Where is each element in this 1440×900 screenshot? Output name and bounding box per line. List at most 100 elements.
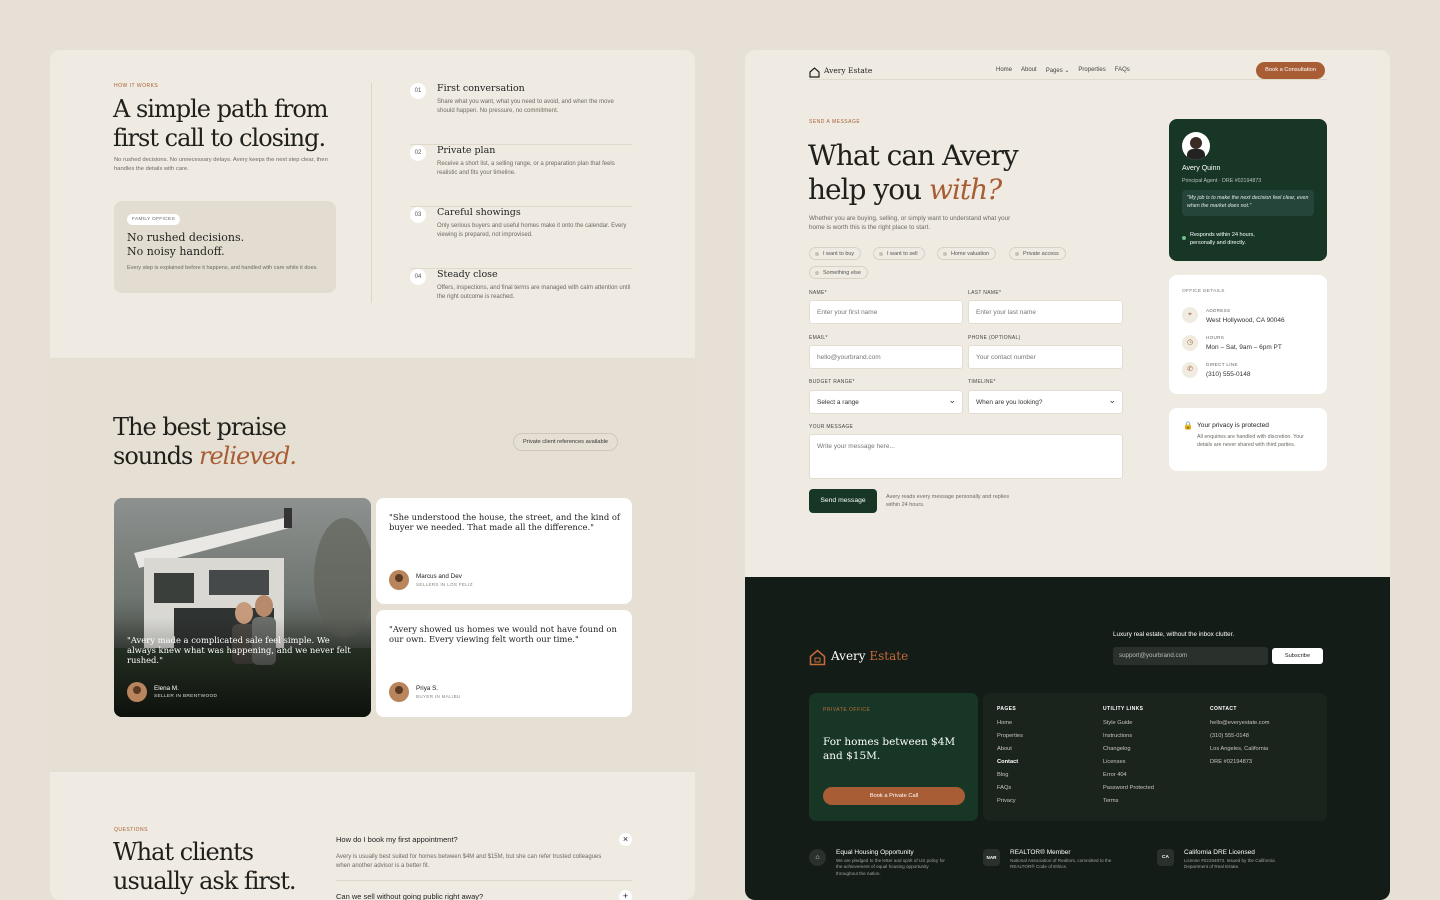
testimonial-name: Priya S. <box>416 685 439 692</box>
last-name-field[interactable]: Enter your last name <box>968 300 1123 324</box>
faq-item-open[interactable]: How do I book my first appointment? × Av… <box>336 833 632 881</box>
footer-link[interactable]: Terms <box>1103 795 1154 808</box>
footer-link[interactable]: Changelog <box>1103 743 1154 756</box>
testimonial-role: SELLERS IN LOS FELIZ <box>416 582 473 587</box>
agent-name: Avery Quinn <box>1182 165 1221 172</box>
private-office-title: For homes between $4M and $15M. <box>823 736 956 762</box>
subscribe-button[interactable]: Subscribe <box>1272 648 1323 664</box>
faq-question: Can we sell without going public right a… <box>336 892 484 900</box>
step-item: 02 Private plan Receive a short list, a … <box>410 145 632 207</box>
plus-icon[interactable]: + <box>619 890 632 900</box>
nav-faqs[interactable]: FAQs <box>1115 67 1130 74</box>
phone-icon: ✆ <box>1182 362 1198 378</box>
intent-chip[interactable]: Home valuation <box>937 247 997 260</box>
email-field[interactable]: hello@yourbrand.com <box>809 345 963 369</box>
footer-link[interactable]: Instructions <box>1103 730 1154 743</box>
how-card-desc: Every step is explained before it happen… <box>127 265 318 271</box>
footer-contact: CONTACT hello@everyestate.com (310) 555-… <box>1210 706 1270 769</box>
step-title: First conversation <box>437 83 525 94</box>
footer-contact-item[interactable]: hello@everyestate.com <box>1210 717 1270 730</box>
step-item: 04 Steady close Offers, inspections, and… <box>410 269 632 331</box>
intent-chip[interactable]: Something else <box>809 266 868 279</box>
hours-label: HOURS <box>1206 335 1225 340</box>
footer-link[interactable]: Home <box>997 717 1023 730</box>
send-message-button[interactable]: Send message <box>809 489 877 513</box>
step-desc: Receive a short list, a selling range, o… <box>437 161 615 176</box>
faq-answer: Avery is usually best suited for homes b… <box>336 854 602 869</box>
footer-link[interactable]: Licenses <box>1103 756 1154 769</box>
how-card: FAMILY OFFICES No rushed decisions. No n… <box>114 201 336 293</box>
testimonial-name: Marcus and Dev <box>416 573 462 580</box>
footer-link[interactable]: Privacy <box>997 795 1023 808</box>
step-number: 02 <box>410 145 426 161</box>
ca-icon: CA <box>1157 849 1174 866</box>
footer-utility: UTILITY LINKS Style Guide Instructions C… <box>1103 706 1154 808</box>
email-label: EMAIL* <box>809 335 828 341</box>
how-card-title: No rushed decisions. No noisy handoff. <box>127 231 245 258</box>
radio-dot-icon <box>815 270 819 275</box>
newsletter-text: Luxury real estate, without the inbox cl… <box>1113 631 1235 638</box>
newsletter-email-field[interactable]: support@yourbrand.com <box>1113 647 1268 665</box>
references-badge[interactable]: Private client references available <box>513 433 619 451</box>
faq-item[interactable]: Can we sell without going public right a… <box>336 890 632 900</box>
nav-properties[interactable]: Properties <box>1078 67 1105 74</box>
reply-note: Avery reads every message personally and… <box>886 494 1010 508</box>
close-icon[interactable]: × <box>619 833 632 846</box>
last-name-label: LAST NAME* <box>968 290 1002 296</box>
online-dot-icon <box>1182 236 1186 240</box>
left-page-preview: HOW IT WORKS A simple path from first ca… <box>50 50 695 900</box>
top-nav: Avery Estate Home About Pages ⌄ Properti… <box>809 62 1327 80</box>
timeline-select[interactable]: When are you looking? <box>968 390 1123 414</box>
footer-link[interactable]: Properties <box>997 730 1023 743</box>
address-value: West Hollywood, CA 90046 <box>1206 317 1285 324</box>
praise-section: The best praise sounds relieved. Private… <box>50 358 695 772</box>
intent-chip[interactable]: I want to buy <box>809 247 862 260</box>
private-office-eyebrow: PRIVATE OFFICE <box>823 707 871 713</box>
privacy-card: 🔒 Your privacy is protected All enquirie… <box>1169 408 1327 471</box>
footer-contact-item: DRE #02194873 <box>1210 759 1253 765</box>
testimonial-card: "She understood the house, the street, a… <box>376 498 632 604</box>
home-logo-icon <box>809 649 826 666</box>
radio-dot-icon <box>879 251 883 256</box>
footer-link[interactable]: Error 404 <box>1103 769 1154 782</box>
intent-chip[interactable]: Private access <box>1009 247 1066 260</box>
how-eyebrow: HOW IT WORKS <box>114 83 159 89</box>
form-description: Whether you are buying, selling, or simp… <box>809 215 1011 231</box>
intent-chip[interactable]: I want to sell <box>873 247 925 260</box>
first-name-field[interactable]: Enter your first name <box>809 300 963 324</box>
right-page-preview: Avery Estate Home About Pages ⌄ Properti… <box>745 50 1390 900</box>
agent-card: Avery Quinn Principal Agent · DRE #02194… <box>1169 119 1327 261</box>
book-private-call-button[interactable]: Book a Private Call <box>823 787 965 805</box>
line-value[interactable]: (310) 555-0148 <box>1206 371 1250 378</box>
footer-link[interactable]: Password Protected <box>1103 782 1154 795</box>
nav-links: Home About Pages ⌄ Properties FAQs <box>996 67 1139 74</box>
privacy-title: Your privacy is protected <box>1197 422 1269 429</box>
home-logo-icon <box>809 65 820 78</box>
footer-link[interactable]: FAQs <box>997 782 1023 795</box>
budget-select[interactable]: Select a range <box>809 390 963 414</box>
step-number: 04 <box>410 269 426 285</box>
step-desc: Only serious buyers and useful homes mak… <box>437 223 627 238</box>
phone-field[interactable]: Your contact number <box>968 345 1123 369</box>
nav-home[interactable]: Home <box>996 67 1012 74</box>
testimonial-quote: "She understood the house, the street, a… <box>389 512 621 532</box>
message-textarea[interactable]: Write your message here... <box>809 434 1123 479</box>
footer-link[interactable]: About <box>997 743 1023 756</box>
footer-brand: Avery Estate <box>831 649 909 663</box>
house-photo <box>114 508 371 717</box>
agent-title: Principal Agent · DRE #02194873 <box>1182 178 1262 184</box>
equal-housing-icon: ⌂ <box>809 849 826 866</box>
footer-link-active[interactable]: Contact <box>997 756 1023 769</box>
footer-contact-item[interactable]: (310) 555-0148 <box>1210 730 1270 743</box>
book-consultation-button[interactable]: Book a Consultation <box>1256 62 1325 79</box>
brand-name[interactable]: Avery Estate <box>824 66 872 75</box>
featured-testimonial: "Avery made a complicated sale feel simp… <box>114 498 371 717</box>
praise-title: The best praise sounds relieved. <box>113 413 297 470</box>
footer-link[interactable]: Style Guide <box>1103 717 1154 730</box>
footer-link[interactable]: Blog <box>997 769 1023 782</box>
agent-quote: "My job is to make the next decision fee… <box>1182 190 1314 216</box>
chevron-down-icon: ⌄ <box>1064 68 1070 74</box>
nav-pages[interactable]: Pages ⌄ <box>1046 67 1070 74</box>
hours-value: Mon – Sat, 9am – 6pm PT <box>1206 344 1282 351</box>
nav-about[interactable]: About <box>1021 67 1037 74</box>
